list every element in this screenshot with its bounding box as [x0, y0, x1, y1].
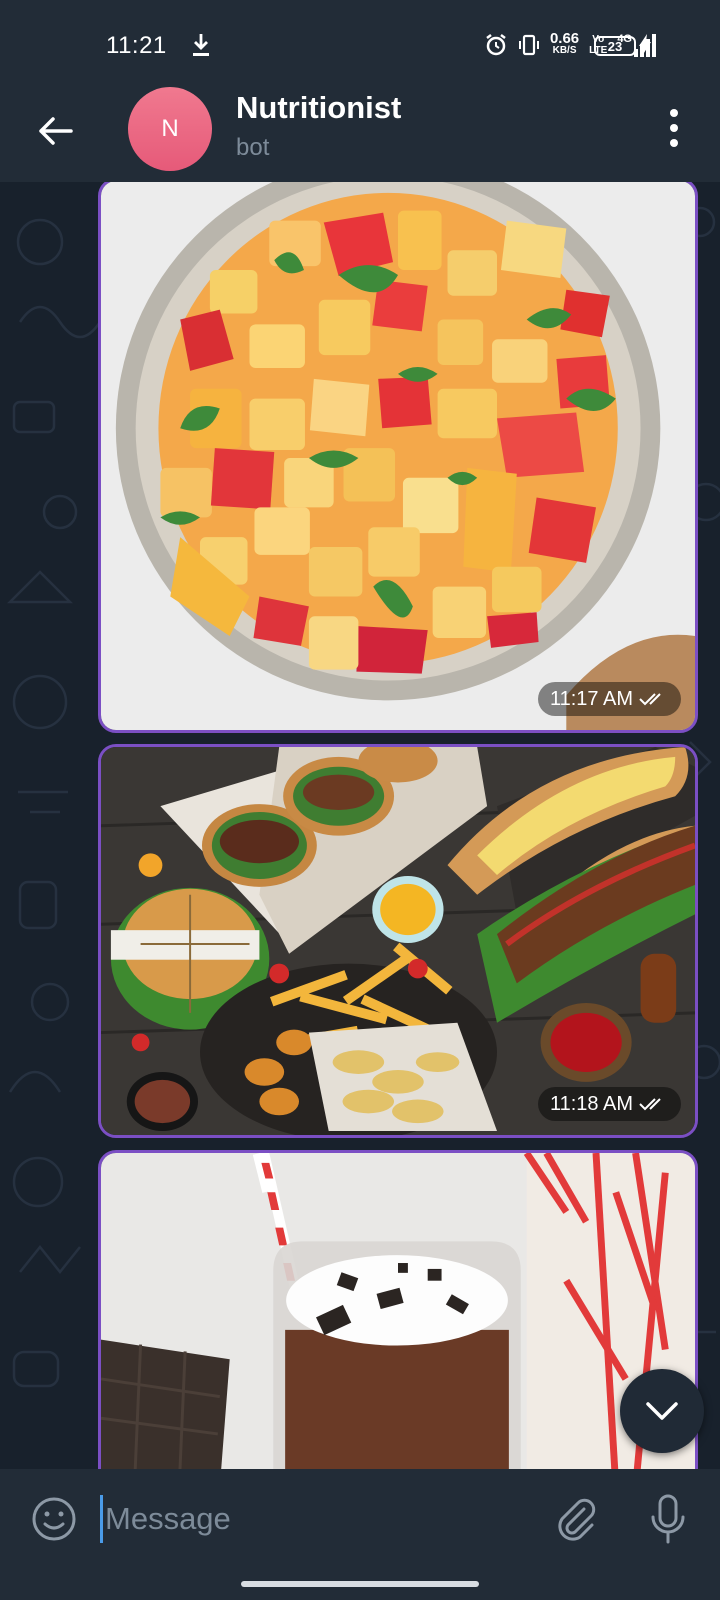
double-check-icon — [639, 693, 661, 706]
message-time-text: 11:17 AM — [549, 687, 633, 710]
home-indicator[interactable] — [241, 1581, 479, 1587]
photo-message[interactable] — [98, 1150, 698, 1469]
net-speed-value: 0.66 — [549, 30, 580, 47]
charging-bolt-icon — [639, 34, 651, 56]
message-input[interactable] — [100, 1495, 520, 1543]
download-icon — [193, 34, 209, 56]
scroll-to-bottom-button[interactable] — [620, 1369, 704, 1453]
photo-message[interactable]: 11:18 AM — [98, 744, 698, 1138]
back-arrow-icon — [39, 117, 73, 145]
chat-subtitle: bot — [236, 134, 270, 161]
battery-icon: 23 — [594, 36, 636, 56]
more-dot-icon — [670, 109, 678, 118]
composer — [0, 1469, 720, 1569]
message-time: 11:17 AM — [537, 682, 681, 716]
vibrate-icon — [518, 34, 539, 56]
status-time: 11:21 — [106, 32, 167, 59]
battery-level: 23 — [607, 38, 623, 54]
alarm-icon — [486, 34, 506, 56]
message-time: 11:18 AM — [537, 1087, 681, 1121]
net-speed: 0.66 KB/S — [549, 30, 580, 57]
message-time-text: 11:18 AM — [549, 1092, 633, 1115]
chevron-down-icon — [646, 1402, 678, 1420]
fast-food-photo[interactable] — [101, 747, 695, 1135]
microphone-icon[interactable] — [648, 1493, 688, 1545]
net-speed-unit: KB/S — [552, 45, 577, 56]
status-bar: 11:21 0.66 KB/S Vo LTE 4G 23 — [0, 0, 720, 84]
attach-icon[interactable] — [552, 1495, 600, 1543]
message-list[interactable]: 11:17 AM 11:18 AM — [0, 182, 720, 1469]
fruit-salad-photo[interactable] — [101, 182, 695, 730]
chat-title[interactable]: Nutritionist — [236, 90, 401, 126]
system-nav-bar — [0, 1569, 720, 1600]
photo-message[interactable]: 11:17 AM — [98, 182, 698, 733]
more-options-button[interactable] — [664, 106, 684, 150]
avatar[interactable]: N — [128, 87, 212, 171]
avatar-initial: N — [161, 115, 179, 142]
back-button[interactable] — [30, 106, 80, 156]
milkshake-photo[interactable] — [101, 1153, 695, 1469]
double-check-icon — [639, 1098, 661, 1111]
emoji-icon[interactable] — [30, 1495, 78, 1543]
more-dot-icon — [670, 123, 678, 132]
chat-header: N Nutritionist bot — [0, 84, 720, 182]
more-dot-icon — [670, 138, 678, 147]
